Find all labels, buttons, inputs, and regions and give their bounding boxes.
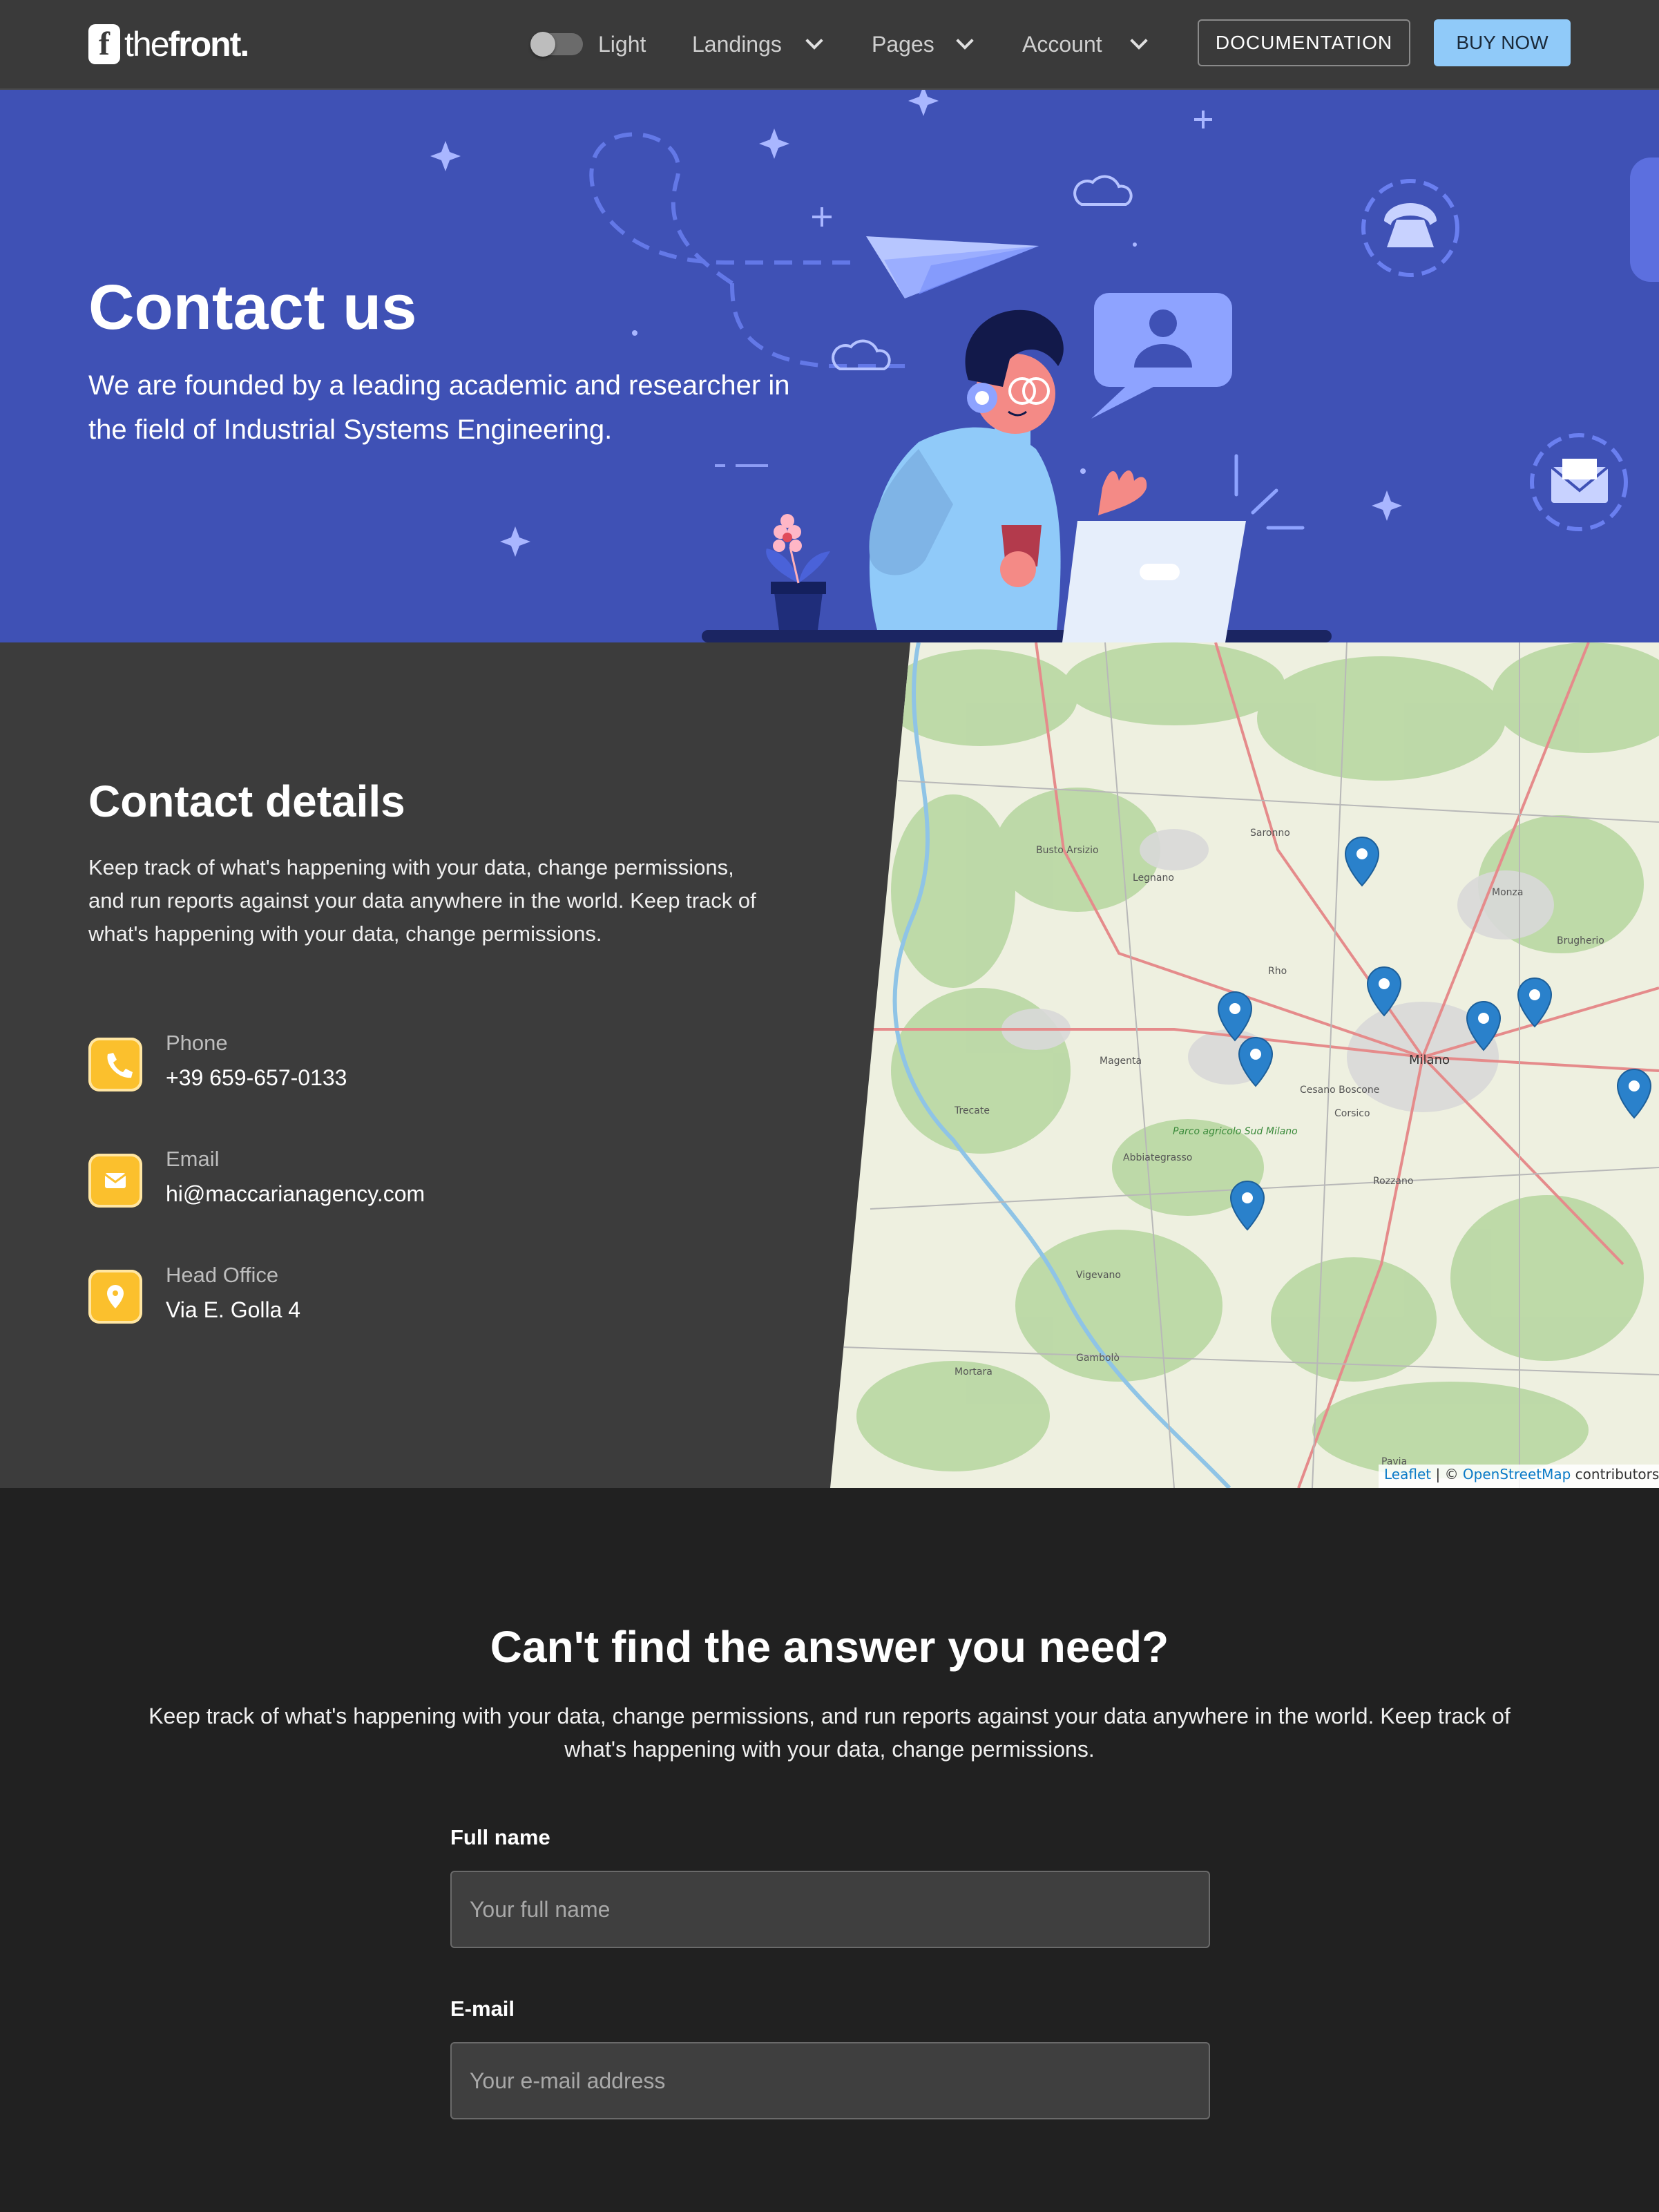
email-icon bbox=[88, 1154, 142, 1208]
map-label: Trecate bbox=[954, 1105, 990, 1116]
chevron-down-icon[interactable] bbox=[1130, 32, 1148, 50]
map-label: Monza bbox=[1492, 887, 1523, 898]
map-label: Vigevano bbox=[1076, 1270, 1121, 1281]
map-label: Busto Arsizio bbox=[1036, 845, 1099, 856]
email-value[interactable]: hi@maccarianagency.com bbox=[166, 1181, 425, 1207]
page-title: Contact us bbox=[88, 272, 417, 343]
chevron-down-icon[interactable] bbox=[956, 32, 974, 50]
menu-account[interactable]: Account bbox=[1022, 28, 1102, 61]
menu-landings[interactable]: Landings bbox=[692, 28, 782, 61]
location-icon bbox=[88, 1270, 142, 1324]
email-field-label: E-mail bbox=[450, 1996, 515, 2021]
toggle-knob bbox=[530, 32, 555, 57]
office-label: Head Office bbox=[166, 1263, 279, 1287]
map-label: Brugherio bbox=[1557, 935, 1604, 946]
buy-now-button[interactable]: BUY NOW bbox=[1434, 19, 1571, 66]
map-label: Parco agricolo Sud Milano bbox=[1173, 1126, 1298, 1137]
map-label: Magenta bbox=[1100, 1056, 1142, 1067]
map-attribution: Leaflet | © OpenStreetMap contributors bbox=[1384, 1466, 1659, 1482]
documentation-button[interactable]: DOCUMENTATION bbox=[1198, 19, 1410, 66]
full-name-input[interactable] bbox=[450, 1871, 1210, 1948]
brand-logo[interactable]: f thefront. bbox=[88, 23, 249, 65]
map-label: Abbiategrasso bbox=[1123, 1152, 1192, 1163]
map-label: Legnano bbox=[1133, 873, 1174, 884]
map-label: Mortara bbox=[955, 1366, 992, 1377]
email-label: Email bbox=[166, 1147, 220, 1171]
menu-pages[interactable]: Pages bbox=[872, 28, 934, 61]
phone-icon bbox=[88, 1038, 142, 1091]
contact-details-description: Keep track of what's happening with your… bbox=[88, 855, 756, 946]
map-label: Cesano Boscone bbox=[1300, 1085, 1379, 1096]
form-title: Can't find the answer you need? bbox=[490, 1622, 1169, 1672]
phone-label: Phone bbox=[166, 1031, 228, 1055]
leaflet-link[interactable]: Leaflet bbox=[1384, 1466, 1431, 1482]
map-city-label: Milano bbox=[1409, 1053, 1450, 1067]
map-label: Gambolò bbox=[1076, 1353, 1120, 1364]
map-label: Saronno bbox=[1250, 828, 1290, 839]
top-navbar: f thefront. Light Landings Pages Account… bbox=[0, 0, 1659, 90]
map-label: Rho bbox=[1268, 966, 1287, 977]
chevron-down-icon[interactable] bbox=[805, 32, 823, 50]
osm-link[interactable]: OpenStreetMap bbox=[1463, 1466, 1571, 1482]
hero-subtitle: We are founded by a leading academic and… bbox=[88, 370, 790, 445]
map-label: Corsico bbox=[1334, 1108, 1370, 1119]
form-description: Keep track of what's happening with your… bbox=[148, 1704, 1511, 1762]
office-value: Via E. Golla 4 bbox=[166, 1297, 301, 1322]
phone-value[interactable]: +39 659-657-0133 bbox=[166, 1065, 347, 1091]
full-name-label: Full name bbox=[450, 1825, 550, 1849]
email-field[interactable] bbox=[450, 2042, 1210, 2119]
logo-text: thefront. bbox=[124, 25, 249, 64]
contact-details-title: Contact details bbox=[88, 776, 405, 826]
logo-mark-icon: f bbox=[88, 24, 120, 64]
map-label: Rozzano bbox=[1373, 1176, 1413, 1187]
theme-label: Light bbox=[598, 32, 646, 57]
contact-details-section: Busto Arsizio Legnano Saronno Monza Rho … bbox=[0, 642, 1659, 1488]
theme-toggle[interactable] bbox=[530, 32, 583, 57]
hero-section: Contact us We are founded by a leading a… bbox=[0, 90, 1659, 642]
